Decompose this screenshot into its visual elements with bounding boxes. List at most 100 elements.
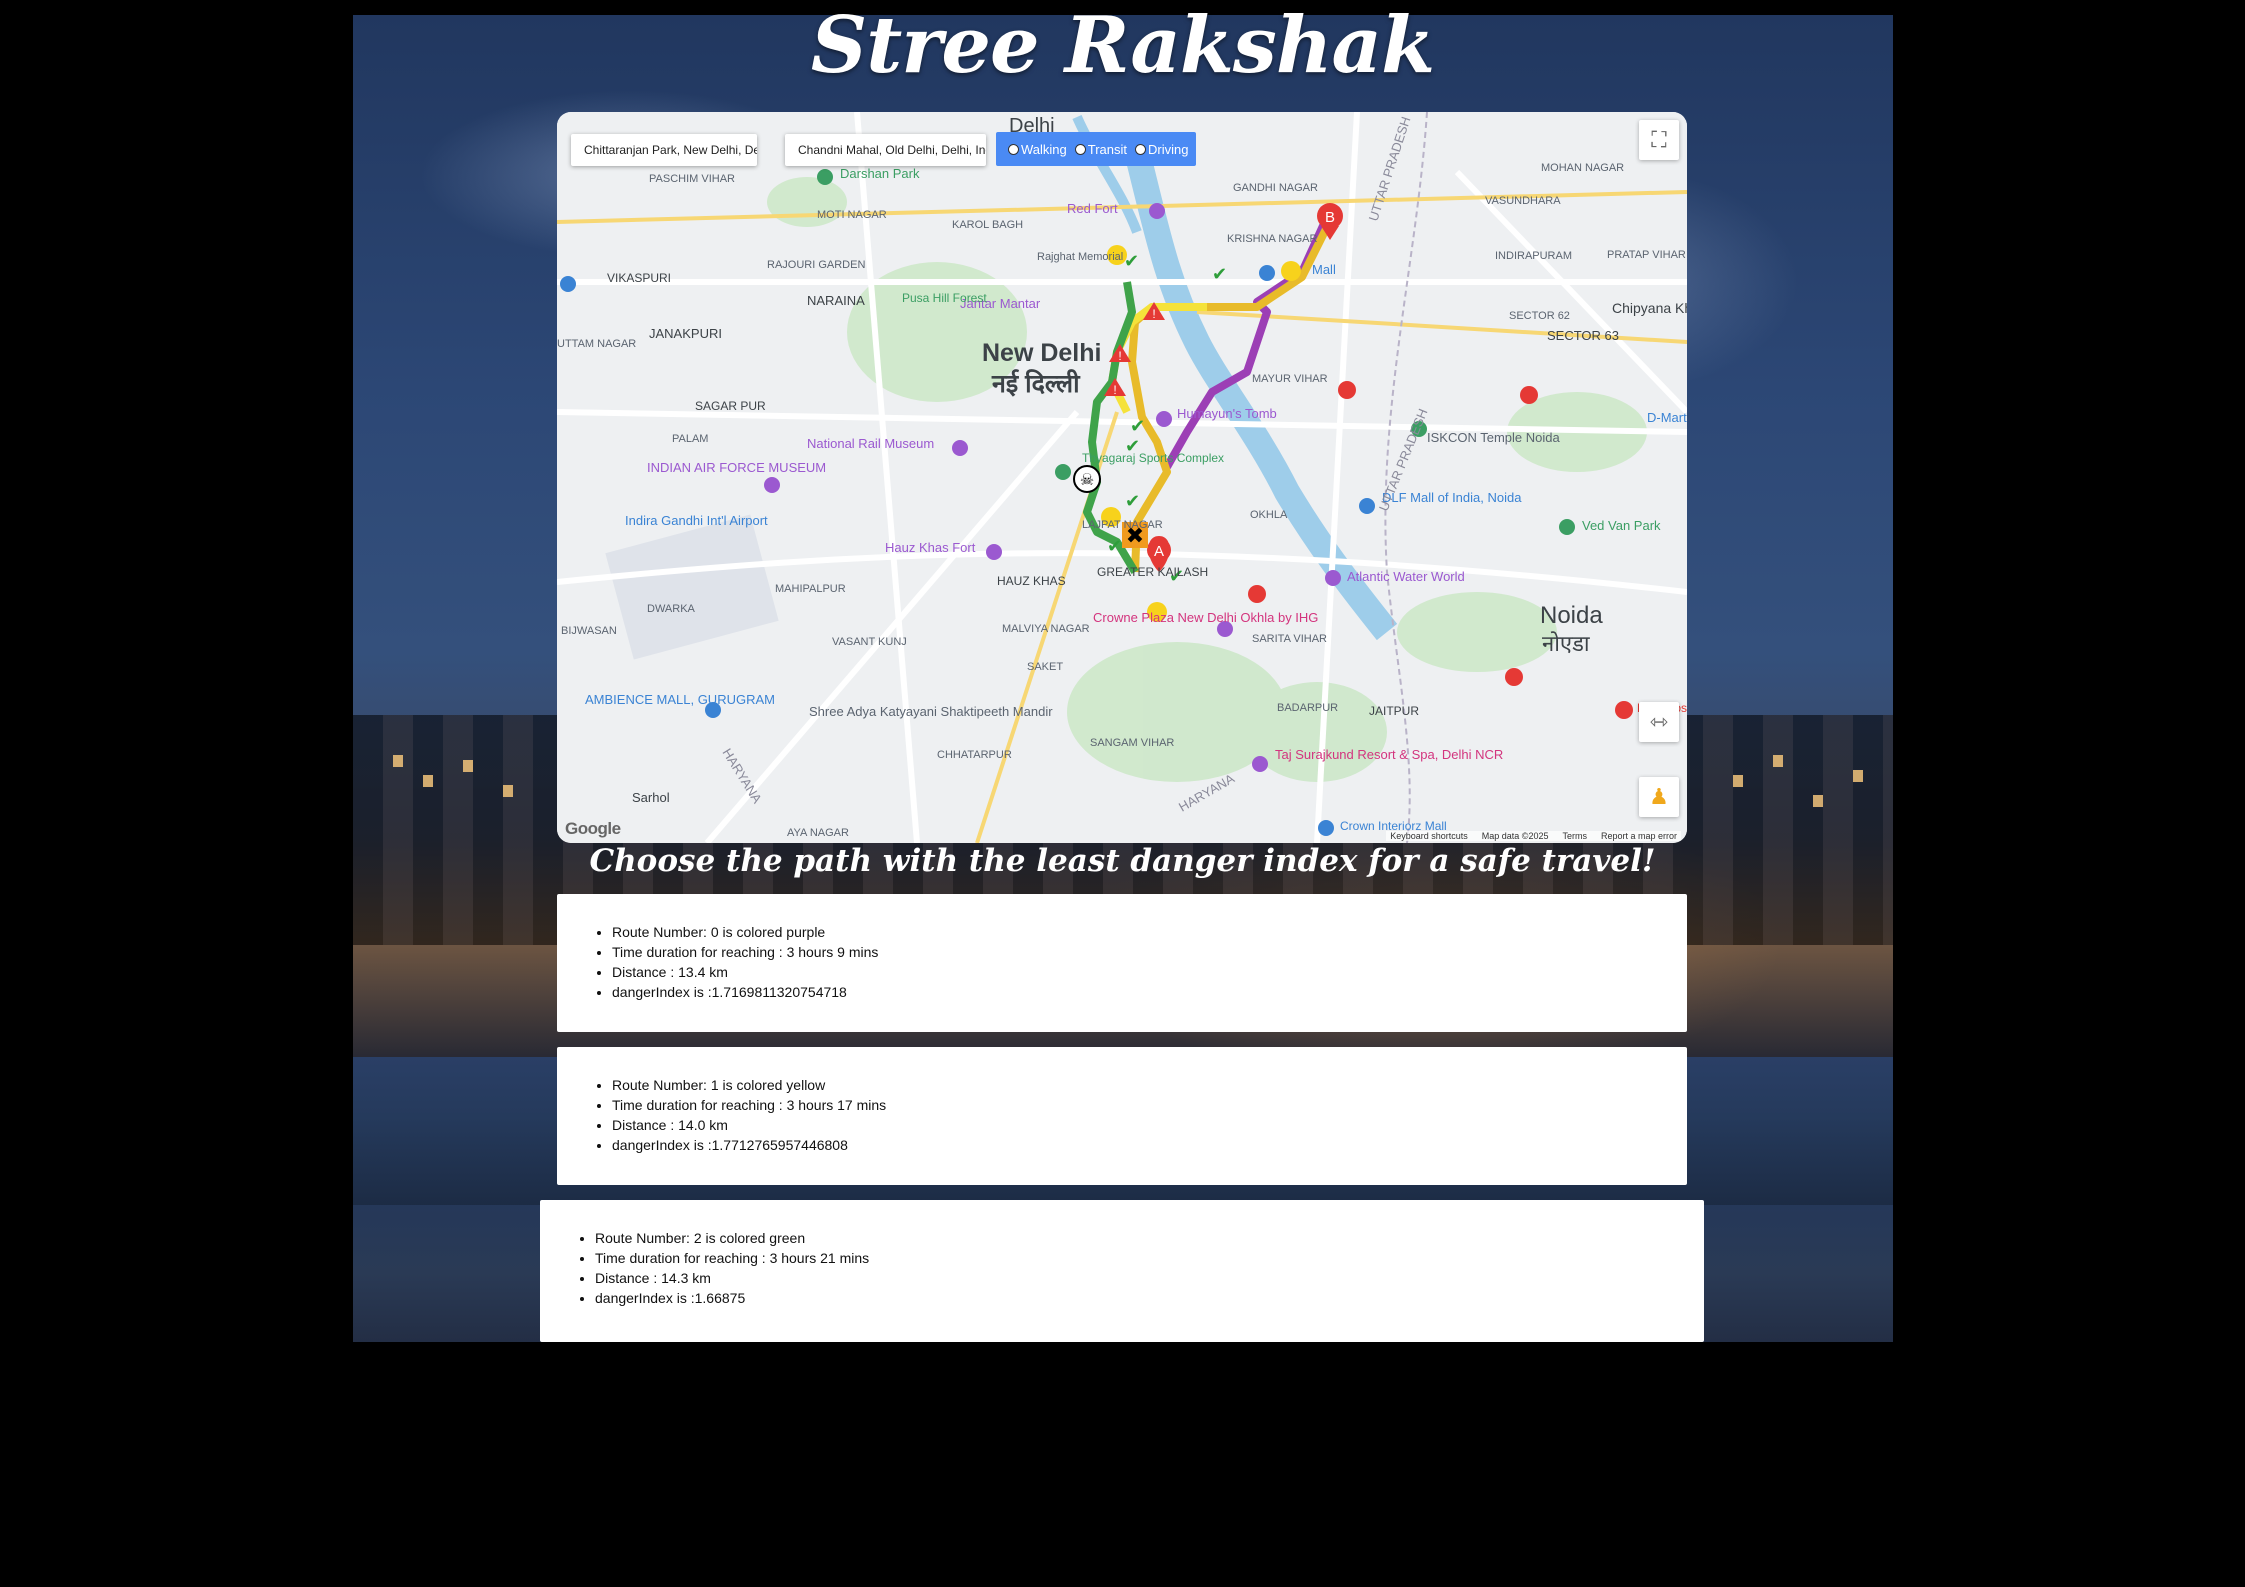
svg-text:!: ! — [1113, 383, 1116, 397]
move-icon: ⇿ — [1649, 709, 1669, 734]
svg-text:LAJPAT NAGAR: LAJPAT NAGAR — [1082, 519, 1163, 531]
svg-text:Rajghat Memorial: Rajghat Memorial — [1037, 251, 1123, 263]
svg-text:PASCHIM VIHAR: PASCHIM VIHAR — [649, 173, 735, 185]
svg-text:Atlantic Water World: Atlantic Water World — [1347, 569, 1465, 584]
svg-text:MAHIPALPUR: MAHIPALPUR — [775, 583, 846, 595]
svg-text:Darshan Park: Darshan Park — [840, 166, 920, 181]
svg-text:ISKCON Temple Noida: ISKCON Temple Noida — [1427, 430, 1560, 445]
svg-text:GREATER KAILASH: GREATER KAILASH — [1097, 565, 1208, 579]
mode-transit-option[interactable]: Transit — [1074, 142, 1127, 157]
svg-text:JANAKPURI: JANAKPURI — [649, 326, 722, 341]
pegman-button[interactable]: ♟ — [1639, 777, 1679, 817]
mode-driving-option[interactable]: Driving — [1135, 142, 1188, 157]
route-map[interactable]: A B ! ! ! ✖ ☠ ✔ ✔ ✔ ✔ ✔ ✔ ✔ New Delhi नई… — [557, 112, 1687, 843]
route-number: Route Number: 1 is colored yellow — [612, 1075, 1687, 1095]
map-data-label: Map data ©2025 — [1481, 831, 1549, 841]
svg-text:D-Mart: D-Mart — [1647, 410, 1687, 425]
svg-text:Thyagaraj Sports Complex: Thyagaraj Sports Complex — [1082, 451, 1224, 465]
svg-text:Mall: Mall — [1312, 262, 1336, 277]
report-error-link[interactable]: Report a map error — [1601, 831, 1677, 841]
camera-control-button[interactable]: ⇿ — [1639, 702, 1679, 742]
map-canvas[interactable]: A B ! ! ! ✖ ☠ ✔✔✔ ✔✔✔✔ New Delhi नई दिल्… — [557, 112, 1687, 843]
svg-text:RAJOURI GARDEN: RAJOURI GARDEN — [767, 259, 865, 271]
route-danger-index: dangerIndex is :1.7169811320754718 — [612, 982, 1687, 1002]
svg-text:✔: ✔ — [1107, 536, 1122, 556]
svg-text:JAITPUR: JAITPUR — [1369, 704, 1419, 718]
route-card-2: Route Number: 2 is colored green Time du… — [540, 1200, 1704, 1342]
svg-text:GANDHI NAGAR: GANDHI NAGAR — [1233, 182, 1318, 194]
destination-input[interactable]: Chandni Mahal, Old Delhi, Delhi, India — [785, 134, 986, 166]
route-distance: Distance : 13.4 km — [612, 962, 1687, 982]
svg-text:SECTOR 63: SECTOR 63 — [1547, 328, 1619, 343]
radio-icon[interactable] — [1135, 143, 1147, 155]
google-logo: Google — [565, 819, 621, 838]
svg-text:MOHAN NAGAR: MOHAN NAGAR — [1541, 162, 1624, 174]
svg-text:OKHLA: OKHLA — [1250, 509, 1288, 521]
route-distance: Distance : 14.0 km — [612, 1115, 1687, 1135]
route-number: Route Number: 2 is colored green — [595, 1228, 1704, 1248]
svg-text:UTTAM NAGAR: UTTAM NAGAR — [557, 338, 636, 350]
svg-text:☠: ☠ — [1080, 472, 1094, 489]
svg-text:Red Fort: Red Fort — [1067, 201, 1118, 216]
svg-text:✔: ✔ — [1124, 251, 1139, 271]
svg-text:A: A — [1154, 543, 1164, 560]
route-card-1: Route Number: 1 is colored yellow Time d… — [557, 1047, 1687, 1185]
svg-text:MOTI NAGAR: MOTI NAGAR — [817, 209, 887, 221]
svg-text:Ved Van Park: Ved Van Park — [1582, 518, 1661, 533]
route-duration: Time duration for reaching : 3 hours 17 … — [612, 1095, 1687, 1115]
fullscreen-icon: ⛶ — [1651, 127, 1667, 152]
mode-walking-option[interactable]: Walking — [1008, 142, 1067, 157]
svg-text:BADARPUR: BADARPUR — [1277, 702, 1338, 714]
radio-icon[interactable] — [1074, 143, 1086, 155]
route-danger-index: dangerIndex is :1.66875 — [595, 1288, 1704, 1308]
svg-text:Crowne Plaza New Delhi Okhla b: Crowne Plaza New Delhi Okhla by IHG — [1093, 610, 1318, 625]
skull-icon[interactable]: ☠ — [1073, 465, 1101, 493]
svg-text:AMBIENCE MALL, GURUGRAM: AMBIENCE MALL, GURUGRAM — [585, 692, 775, 707]
travel-mode-selector[interactable]: Walking Transit Driving — [996, 132, 1196, 166]
map-attribution: Keyboard shortcuts Map data ©2025 Terms … — [1386, 831, 1681, 841]
terms-link[interactable]: Terms — [1562, 831, 1587, 841]
svg-text:SECTOR 62: SECTOR 62 — [1509, 310, 1570, 322]
svg-text:National Rail Museum: National Rail Museum — [807, 436, 934, 451]
svg-text:!: ! — [1118, 349, 1121, 363]
origin-input[interactable]: Chittaranjan Park, New Delhi, Delhi, Ind… — [571, 134, 757, 166]
svg-text:INDIRAPURAM: INDIRAPURAM — [1495, 250, 1572, 262]
svg-text:नोएडा: नोएडा — [1542, 631, 1590, 656]
svg-text:✔: ✔ — [1130, 416, 1145, 436]
svg-text:MALVIYA NAGAR: MALVIYA NAGAR — [1002, 623, 1090, 635]
svg-text:B: B — [1325, 209, 1335, 226]
svg-text:Shree Adya Katyayani Shaktipee: Shree Adya Katyayani Shaktipeeth Mandir — [809, 704, 1053, 719]
route-details-list: Route Number: 1 is colored yellow Time d… — [557, 1075, 1687, 1155]
route-number: Route Number: 0 is colored purple — [612, 922, 1687, 942]
svg-text:VIKASPURI: VIKASPURI — [607, 271, 671, 285]
svg-text:VASUNDHARA: VASUNDHARA — [1485, 195, 1561, 207]
route-details-list: Route Number: 2 is colored green Time du… — [540, 1228, 1704, 1308]
keyboard-shortcuts-link[interactable]: Keyboard shortcuts — [1390, 831, 1468, 841]
radio-selected-icon[interactable] — [1008, 143, 1019, 155]
route-danger-index: dangerIndex is :1.7712765957446808 — [612, 1135, 1687, 1155]
svg-text:New Delhi: New Delhi — [982, 339, 1101, 367]
svg-text:✔: ✔ — [1125, 491, 1140, 511]
svg-text:KAROL BAGH: KAROL BAGH — [952, 219, 1023, 231]
svg-text:SAKET: SAKET — [1027, 661, 1063, 673]
svg-text:MAYUR VIHAR: MAYUR VIHAR — [1252, 373, 1328, 385]
fullscreen-button[interactable]: ⛶ — [1639, 120, 1679, 160]
svg-text:DLF Mall of India, Noida: DLF Mall of India, Noida — [1382, 490, 1522, 505]
svg-text:✔: ✔ — [1212, 264, 1227, 284]
svg-text:PALAM: PALAM — [672, 433, 708, 445]
svg-text:Hauz Khas Fort: Hauz Khas Fort — [885, 540, 976, 555]
svg-text:Humayun's Tomb: Humayun's Tomb — [1177, 406, 1277, 421]
svg-text:INDIAN AIR FORCE MUSEUM: INDIAN AIR FORCE MUSEUM — [647, 460, 826, 475]
page-subtitle: Choose the path with the least danger in… — [589, 843, 1656, 879]
svg-text:AYA NAGAR: AYA NAGAR — [787, 827, 849, 839]
svg-text:नई दिल्ली: नई दिल्ली — [991, 369, 1081, 398]
pegman-icon: ♟ — [1649, 784, 1669, 809]
svg-text:Indira Gandhi Int'l Airport: Indira Gandhi Int'l Airport — [625, 513, 768, 528]
svg-text:Noida: Noida — [1540, 602, 1603, 629]
svg-text:VASANT KUNJ: VASANT KUNJ — [832, 636, 907, 648]
route-duration: Time duration for reaching : 3 hours 9 m… — [612, 942, 1687, 962]
svg-text:SARITA VIHAR: SARITA VIHAR — [1252, 633, 1327, 645]
svg-text:!: ! — [1152, 307, 1155, 321]
svg-text:CHHATARPUR: CHHATARPUR — [937, 749, 1012, 761]
route-duration: Time duration for reaching : 3 hours 21 … — [595, 1248, 1704, 1268]
